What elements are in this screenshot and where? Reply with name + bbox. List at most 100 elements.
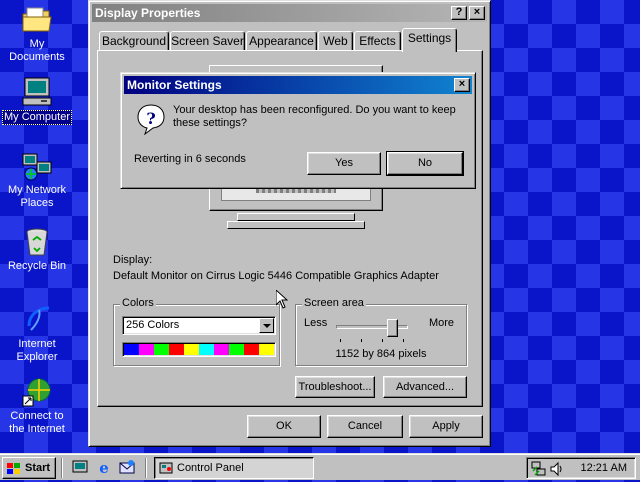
desktop-icon-label: Recycle Bin [7,260,67,272]
dialog-close-button[interactable]: × [454,78,470,92]
tab-appearance[interactable]: Appearance [246,31,317,51]
screen-area-slider[interactable] [336,319,408,343]
colors-selected-value: 256 Colors [126,319,180,331]
apply-button[interactable]: Apply [409,415,483,438]
clock[interactable]: 12:21 AM [581,462,627,474]
button-label: Cancel [347,420,383,432]
question-icon: ? [135,103,167,136]
window-title: Display Properties [95,6,201,20]
palette-swatch [124,344,139,355]
desktop-icon-label-2: Places [20,197,54,209]
colors-select[interactable]: 256 Colors [122,316,276,335]
palette-swatch [184,344,199,355]
screen-area-legend: Screen area [302,297,366,309]
tab-label: Effects [359,34,396,48]
tab-web[interactable]: Web [318,31,353,51]
cancel-button[interactable]: Cancel [327,415,403,438]
taskbar-separator [61,458,63,478]
dialog-message: Your desktop has been reconfigured. Do y… [173,104,456,129]
tab-label: Background [101,34,167,48]
my-computer-icon [21,76,53,108]
display-value: Default Monitor on Cirrus Logic 5446 Com… [113,270,439,282]
network-places-icon [21,150,53,182]
desktop-icon-connect-internet[interactable]: Connect to the Internet [0,376,74,436]
desktop-icon-label: Connect to [10,410,64,422]
color-palette-bar [122,342,276,357]
colors-group: Colors 256 Colors [113,297,280,366]
monitor-settings-dialog: Monitor Settings × ? Your desktop has be… [120,72,476,189]
svg-text:e: e [99,459,109,475]
task-label: Control Panel [177,462,244,474]
network-tray-icon[interactable] [531,461,547,477]
tab-label: Web [323,34,348,48]
slider-less-label: Less [304,317,328,329]
windows-logo-icon [7,462,21,474]
display-label: Display: [113,254,153,266]
countdown-text: Reverting in 6 seconds [134,153,246,165]
troubleshoot-button[interactable]: Troubleshoot... [295,376,375,398]
close-button[interactable]: × [469,6,485,20]
help-icon: ? [455,6,463,18]
tab-label: Appearance [249,34,314,48]
chevron-down-icon [263,324,271,328]
volume-icon[interactable] [549,461,565,477]
close-icon: × [458,78,466,90]
control-panel-icon [159,461,173,475]
desktop-icon-label: Internet [18,338,56,350]
internet-explorer-icon[interactable]: e [96,459,112,477]
colors-legend: Colors [120,297,156,309]
advanced-button[interactable]: Advanced... [383,376,467,398]
palette-swatch [154,344,169,355]
title-bar[interactable]: Display Properties ? × [92,4,487,22]
desktop-icon-my-computer[interactable]: My Computer [0,76,74,125]
desktop-icon-label-2: the Internet [9,423,65,435]
desktop-icon-internet-explorer[interactable]: Internet Explorer [0,304,74,364]
close-icon: × [473,6,481,18]
tab-label: Settings [407,31,452,45]
dialog-title-bar[interactable]: Monitor Settings × [124,76,472,94]
ok-button[interactable]: OK [247,415,321,438]
desktop-icon-label: My Network [7,184,67,196]
no-button[interactable]: No [386,151,464,176]
help-button[interactable]: ? [451,6,467,20]
button-label: OK [276,420,292,432]
dialog-title: Monitor Settings [127,78,222,92]
desktop-icon-label: My Documents [9,38,65,63]
button-label: No [417,157,433,169]
connect-internet-icon [21,376,53,408]
dropdown-button[interactable] [259,318,274,333]
palette-swatch [259,344,274,355]
tab-label: Screen Saver [171,34,244,48]
desktop-icon-label-2: Explorer [16,351,58,363]
show-desktop-icon[interactable] [72,459,88,475]
palette-swatch [139,344,154,355]
desktop-icon-label: My Computer [1,110,73,125]
system-tray: 12:21 AM [526,457,636,479]
taskbar: Start e Control Panel 12:21 AM [0,453,640,480]
desktop-icon-my-documents[interactable]: My Documents [0,4,74,64]
screen-area-group: Screen area Less More 1152 by 864 pixels [295,297,467,366]
palette-swatch [229,344,244,355]
task-control-panel[interactable]: Control Panel [154,457,314,479]
palette-swatch [169,344,184,355]
recycle-bin-icon [21,226,53,258]
slider-thumb[interactable] [387,319,398,337]
palette-swatch [244,344,259,355]
start-label: Start [25,462,51,474]
internet-explorer-icon [21,304,53,336]
yes-button[interactable]: Yes [307,152,381,175]
tab-settings[interactable]: Settings [402,28,457,52]
tab-screen-saver[interactable]: Screen Saver [170,31,245,51]
tab-background[interactable]: Background [99,31,169,51]
my-documents-icon [21,4,53,36]
slider-ticks [340,339,404,342]
start-button[interactable]: Start [2,457,56,479]
outlook-express-icon[interactable] [119,459,135,475]
button-label: Advanced... [395,381,455,393]
desktop-icon-network-places[interactable]: My Network Places [0,150,74,210]
taskbar-separator [145,458,147,478]
svg-text:?: ? [146,109,155,128]
tab-effects[interactable]: Effects [354,31,401,51]
button-label: Troubleshoot... [298,381,372,393]
desktop-icon-recycle-bin[interactable]: Recycle Bin [0,226,74,273]
